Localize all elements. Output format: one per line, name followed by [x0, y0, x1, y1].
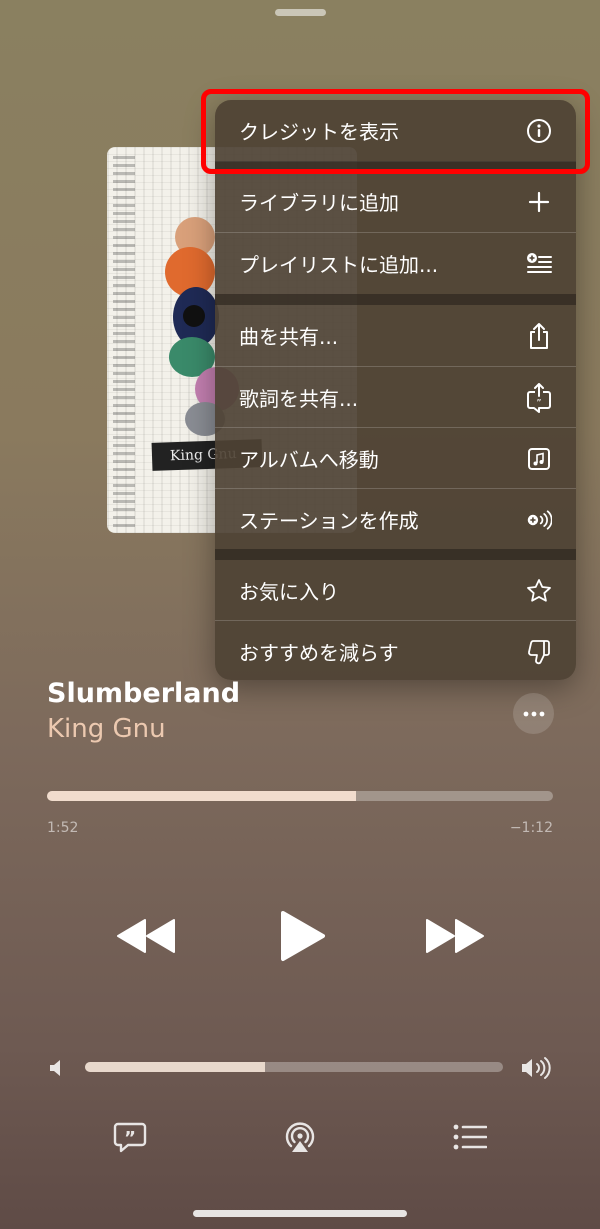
track-title: Slumberland: [47, 678, 241, 709]
plus-icon: [526, 189, 552, 215]
menu-item-label: プレイリストに追加...: [239, 253, 439, 277]
svg-text:”: ”: [536, 398, 541, 409]
volume-fill: [85, 1062, 265, 1072]
menu-item-add-to-playlist[interactable]: プレイリストに追加...: [215, 233, 576, 294]
menu-item-label: お気に入り: [239, 580, 339, 604]
menu-item-label: おすすめを減らす: [239, 641, 399, 665]
lyrics-icon: ”: [113, 1122, 147, 1153]
menu-item-favorite[interactable]: お気に入り: [215, 560, 576, 621]
sheet-grabber[interactable]: [275, 9, 326, 16]
play-button[interactable]: [275, 909, 329, 963]
fast-forward-icon: [426, 919, 484, 953]
remaining-time: −1:12: [509, 820, 553, 836]
thumbs-down-icon: [526, 639, 552, 665]
airplay-button[interactable]: [280, 1117, 320, 1157]
menu-item-add-to-library[interactable]: ライブラリに追加: [215, 171, 576, 232]
menu-item-share-lyrics[interactable]: 歌詞を共有... ”: [215, 367, 576, 428]
volume-high-icon: [519, 1055, 553, 1081]
star-icon: [526, 578, 552, 604]
elapsed-time: 1:52: [47, 820, 79, 836]
progress-fill: [47, 791, 356, 801]
menu-item-label: ステーションを作成: [239, 509, 419, 533]
music-note-square-icon: [526, 446, 552, 472]
track-artist[interactable]: King Gnu: [47, 714, 166, 744]
volume-low-icon: [47, 1058, 65, 1078]
station-icon: [526, 507, 552, 533]
previous-button[interactable]: [115, 915, 177, 957]
more-button[interactable]: [513, 693, 554, 734]
play-icon: [281, 911, 325, 961]
svg-text:”: ”: [124, 1128, 136, 1149]
queue-button[interactable]: [450, 1120, 490, 1154]
menu-item-label: 曲を共有...: [239, 325, 339, 349]
add-to-playlist-icon: [526, 251, 552, 277]
menu-item-suggest-less[interactable]: おすすめを減らす: [215, 621, 576, 680]
context-menu: クレジットを表示 ライブラリに追加 プレイリストに追加... 曲を共有... 歌…: [215, 100, 576, 680]
lyrics-button[interactable]: ”: [110, 1118, 150, 1156]
next-button[interactable]: [424, 915, 486, 957]
ellipsis-icon: [523, 711, 544, 716]
menu-item-go-to-album[interactable]: アルバムへ移動: [215, 428, 576, 489]
menu-item-create-station[interactable]: ステーションを作成: [215, 489, 576, 550]
home-indicator[interactable]: [193, 1210, 407, 1217]
rewind-icon: [117, 919, 175, 953]
share-icon: [526, 322, 552, 349]
progress-bar[interactable]: [47, 791, 553, 801]
volume-slider[interactable]: [85, 1062, 503, 1072]
menu-item-label: ライブラリに追加: [239, 191, 399, 215]
share-lyrics-icon: ”: [526, 382, 552, 413]
menu-item-label: アルバムへ移動: [239, 448, 379, 472]
list-icon: [453, 1124, 487, 1150]
highlight-box: [201, 89, 590, 174]
menu-item-share-song[interactable]: 曲を共有...: [215, 305, 576, 366]
airplay-icon: [285, 1122, 315, 1152]
menu-item-label: 歌詞を共有...: [239, 387, 359, 411]
